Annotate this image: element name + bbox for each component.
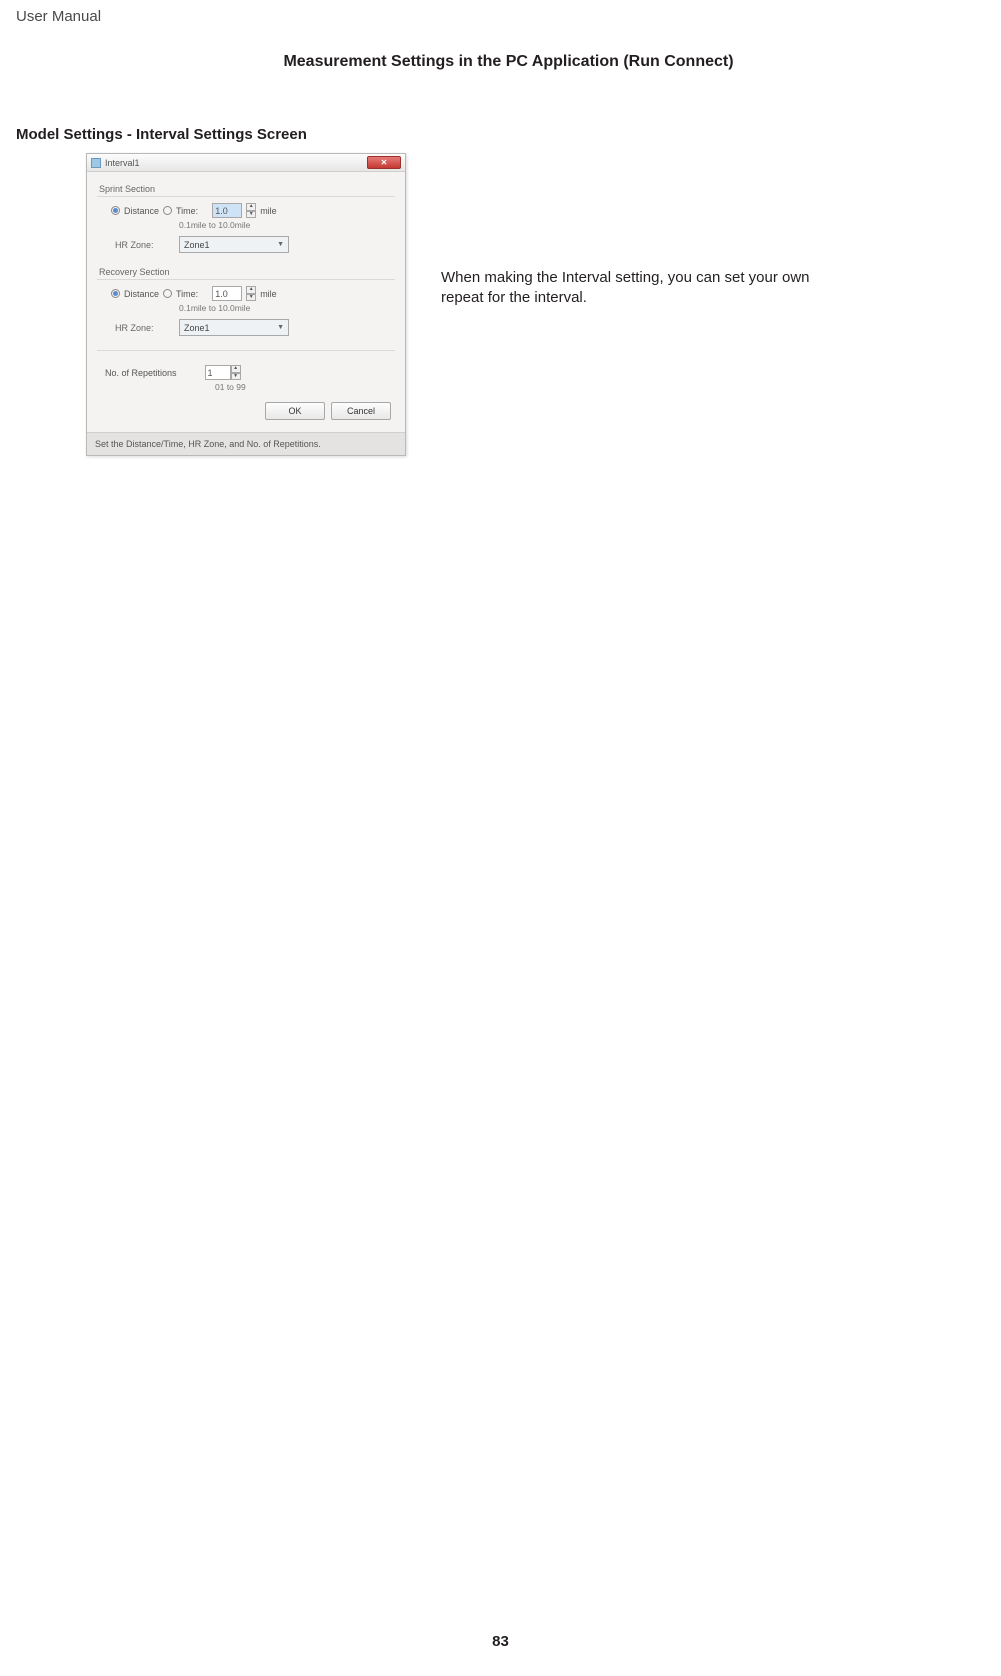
sprint-hr-label: HR Zone: — [115, 240, 161, 250]
sprint-hr-value: Zone1 — [184, 240, 210, 250]
page-number: 83 — [0, 1633, 1001, 1650]
sprint-hr-dropdown[interactable]: Zone1 ▼ — [179, 236, 289, 253]
recovery-hr-dropdown[interactable]: Zone1 ▼ — [179, 319, 289, 336]
sprint-range-hint: 0.1mile to 10.0mile — [179, 220, 395, 230]
cancel-button[interactable]: Cancel — [331, 402, 391, 420]
app-icon — [91, 158, 101, 168]
recovery-group-label: Recovery Section — [99, 267, 395, 277]
reps-input[interactable]: 1 — [205, 365, 231, 380]
recovery-time-label: Time: — [176, 289, 198, 299]
recovery-hr-label: HR Zone: — [115, 323, 161, 333]
sprint-unit-label: mile — [260, 206, 277, 216]
recovery-distance-label: Distance — [124, 289, 159, 299]
sprint-distance-label: Distance — [124, 206, 159, 216]
recovery-unit-label: mile — [260, 289, 277, 299]
sub-section-title: Model Settings - Interval Settings Scree… — [16, 126, 1001, 143]
recovery-value-stepper[interactable]: ▲▼ — [246, 286, 256, 301]
recovery-distance-radio[interactable] — [111, 289, 120, 298]
divider — [97, 196, 395, 197]
reps-range-hint: 01 to 99 — [215, 382, 395, 392]
reps-label: No. of Repetitions — [105, 368, 177, 378]
ok-button[interactable]: OK — [265, 402, 325, 420]
recovery-range-hint: 0.1mile to 10.0mile — [179, 303, 395, 313]
divider — [97, 279, 395, 280]
section-title: Measurement Settings in the PC Applicati… — [16, 53, 1001, 71]
reps-stepper[interactable]: ▲▼ — [231, 365, 241, 380]
sprint-time-radio[interactable] — [163, 206, 172, 215]
sprint-value-stepper[interactable]: ▲▼ — [246, 203, 256, 218]
sprint-distance-radio[interactable] — [111, 206, 120, 215]
sprint-group-label: Sprint Section — [99, 184, 395, 194]
interval-settings-dialog: Interval1 ✕ Sprint Section Distance Time… — [86, 153, 406, 456]
close-icon[interactable]: ✕ — [367, 156, 401, 169]
dialog-title: Interval1 — [105, 158, 140, 168]
recovery-value-input[interactable]: 1.0 — [212, 286, 242, 301]
sprint-time-label: Time: — [176, 206, 198, 216]
doc-type-label: User Manual — [16, 8, 1001, 25]
divider — [97, 350, 395, 351]
chevron-down-icon: ▼ — [277, 324, 284, 331]
description-line: repeat for the interval. — [441, 288, 1001, 308]
description-text: When making the Interval setting, you ca… — [441, 153, 1001, 309]
dialog-footer-hint: Set the Distance/Time, HR Zone, and No. … — [87, 432, 405, 455]
description-line: When making the Interval setting, you ca… — [441, 268, 1001, 288]
dialog-titlebar: Interval1 ✕ — [87, 154, 405, 172]
sprint-value-input[interactable]: 1.0 — [212, 203, 242, 218]
chevron-down-icon: ▼ — [277, 241, 284, 248]
recovery-time-radio[interactable] — [163, 289, 172, 298]
recovery-hr-value: Zone1 — [184, 323, 210, 333]
